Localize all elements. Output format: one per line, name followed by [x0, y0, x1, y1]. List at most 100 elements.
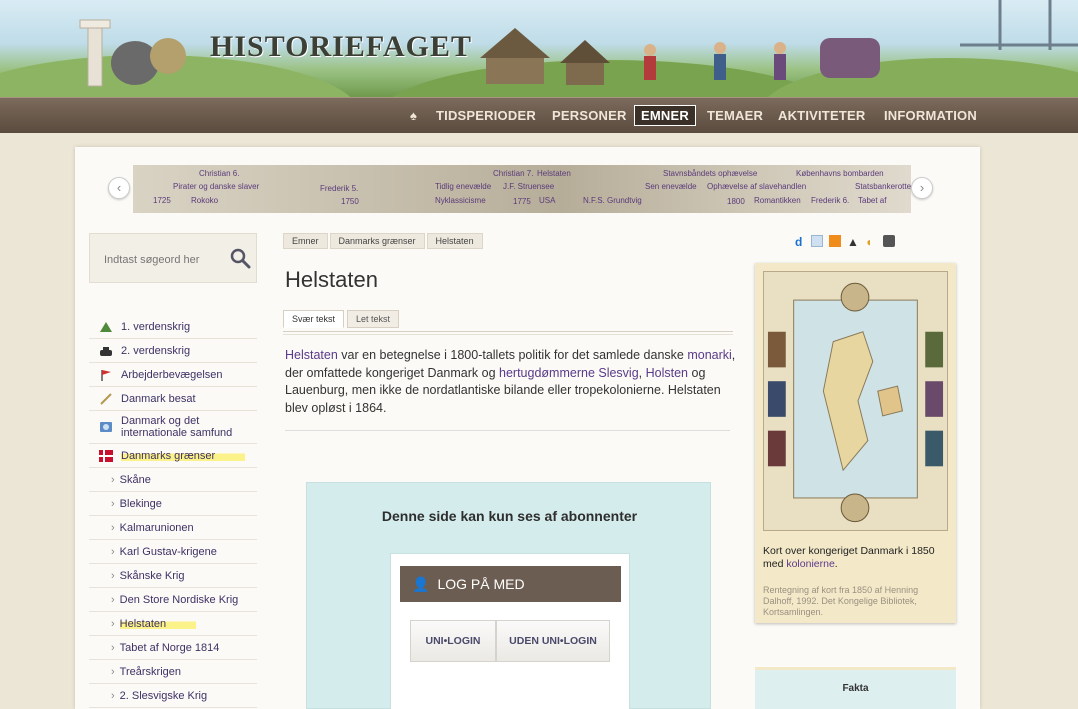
timeline-label[interactable]: Christian 7. [493, 169, 533, 178]
search-input[interactable] [104, 248, 216, 272]
fakta-heading: Fakta [842, 683, 869, 694]
timeline-label[interactable]: Pirater og danske slaver [173, 182, 259, 191]
timeline-label[interactable]: Tidlig enevælde [435, 182, 491, 191]
nav-information[interactable]: INFORMATION [884, 108, 977, 123]
nav-tidsperioder[interactable]: TIDSPERIODER [436, 108, 536, 123]
sidebar-item-store-nordiske-krig[interactable]: Den Store Nordiske Krig [89, 588, 257, 612]
mail-icon[interactable] [811, 235, 823, 247]
login-header: 👤 LOG PÅ MED [400, 566, 621, 602]
login-card: 👤 LOG PÅ MED UNI•LOGIN UDEN UNI•LOGIN [390, 553, 630, 709]
divider [285, 430, 730, 431]
timeline-label[interactable]: Rokoko [191, 196, 218, 205]
timeline-label[interactable]: Frederik 5. [320, 184, 358, 193]
home-icon[interactable]: ♠ [410, 108, 417, 123]
link-helstaten[interactable]: Helstaten [285, 348, 338, 362]
timeline-label[interactable]: J.F. Struensee [503, 182, 554, 191]
sidebar-item-internationale-samfund[interactable]: Danmark og det internationale samfund [89, 411, 257, 444]
sidebar-item-karl-gustav-krigene[interactable]: Karl Gustav-krigene [89, 540, 257, 564]
sidebar-item-kalmarunionen[interactable]: Kalmarunionen [89, 516, 257, 540]
tabs-divider [283, 331, 733, 335]
timeline-label[interactable]: Sen enevælde [645, 182, 697, 191]
main-navigation: ♠ TIDSPERIODER PERSONER EMNER TEMAER AKT… [0, 97, 1078, 133]
breadcrumb-item[interactable]: Emner [283, 233, 328, 249]
subscription-message: Denne side kan kun ses af abonnenter [381, 508, 638, 524]
header-banner: HISTORIEFAGET [0, 0, 1078, 97]
user-icon: 👤 [412, 576, 430, 592]
timeline-label[interactable]: Stavnsbåndets ophævelse [663, 169, 757, 178]
timeline-year: 1750 [341, 197, 359, 206]
uden-unilogin-button[interactable]: UDEN UNI•LOGIN [496, 620, 610, 662]
nav-temaer[interactable]: TEMAER [707, 108, 763, 123]
dannebrog-icon [99, 449, 113, 462]
rss-icon[interactable] [829, 235, 841, 247]
timeline-label[interactable]: Københavns bombarden [796, 169, 884, 178]
breadcrumb-item[interactable]: Danmarks grænser [329, 233, 425, 249]
tab-svaer-tekst[interactable]: Svær tekst [283, 310, 345, 328]
sidebar-item-arbejderbevaegelsen[interactable]: Arbejderbevægelsen [89, 363, 257, 387]
nav-emner[interactable]: EMNER [634, 105, 696, 126]
timeline-label[interactable]: Romantikken [754, 196, 801, 205]
timeline-label[interactable]: Statsbankerotten [855, 182, 911, 191]
link-holsten[interactable]: Holsten [646, 366, 688, 380]
search-icon[interactable] [228, 246, 252, 270]
share-toolbar: d ▲ ◖ [795, 235, 895, 249]
map-credit: Rentegning af kort fra 1850 af Henning D… [763, 585, 919, 617]
person-icon[interactable]: ▲ [847, 235, 859, 249]
topic-menu: 1. verdenskrig 2. verdenskrig Arbejderbe… [89, 315, 257, 708]
breadcrumb-item-current: Helstaten [426, 233, 483, 249]
sidebar-item-helstaten[interactable]: Helstaten [89, 612, 257, 636]
sword-icon [100, 392, 112, 405]
map-image[interactable] [763, 271, 948, 531]
ruins-illustration [79, 19, 186, 87]
timeline-label[interactable]: Ophævelse af slavehandlen [707, 182, 806, 191]
sidebar-item-skanske-krig[interactable]: Skånske Krig [89, 564, 257, 588]
timeline-label[interactable]: Nyklassicisme [435, 196, 486, 205]
fakta-box[interactable]: Fakta [755, 667, 956, 709]
article-text: Helstaten var en betegnelse i 1800-talle… [285, 348, 736, 415]
sidebar-item-trearskrigen[interactable]: Treårskrigen [89, 660, 257, 684]
nav-aktiviteter[interactable]: AKTIVITETER [778, 108, 865, 123]
search-panel [89, 233, 257, 283]
timeline-label[interactable]: USA [539, 196, 555, 205]
historic-scene-illustration [480, 28, 880, 85]
sidebar-item-tabet-af-norge[interactable]: Tabet af Norge 1814 [89, 636, 257, 660]
sidebar-item-skane[interactable]: Skåne [89, 468, 257, 492]
timeline-year: 1725 [153, 196, 171, 205]
page-title: Helstaten [285, 267, 378, 292]
timeline-label[interactable]: Tabet af [858, 196, 886, 205]
globe-icon [100, 422, 112, 432]
sidebar-item-danmarks-graenser[interactable]: Danmarks grænser [89, 444, 257, 468]
site-logo[interactable]: HISTORIEFAGET [210, 30, 472, 64]
tank-icon [100, 346, 112, 356]
timeline-year: 1775 [513, 197, 531, 206]
d-icon[interactable]: d [795, 235, 805, 249]
sidebar-item-danmark-besat[interactable]: Danmark besat [89, 387, 257, 411]
link-hertugdommerne-slesvig[interactable]: hertugdømmerne Slesvig [499, 366, 639, 380]
timeline-label[interactable]: N.F.S. Grundtvig [583, 196, 642, 205]
sidebar-item-2-verdenskrig[interactable]: 2. verdenskrig [89, 339, 257, 363]
print-icon[interactable] [883, 235, 895, 247]
triangle-icon [100, 321, 112, 332]
link-kolonierne[interactable]: kolonierne [786, 558, 834, 570]
breadcrumb: Emner Danmarks grænser Helstaten [283, 233, 485, 249]
subscription-box: Denne side kan kun ses af abonnenter 👤 LO… [306, 482, 711, 709]
timeline[interactable]: Christian 6. Pirater og danske slaver 17… [133, 165, 911, 213]
text-level-tabs: Svær tekst Let tekst [283, 310, 402, 328]
sidebar-item-blekinge[interactable]: Blekinge [89, 492, 257, 516]
timeline-next-button[interactable]: › [911, 177, 933, 199]
map-caption: Kort over kongeriget Danmark i 1850 med … [763, 545, 935, 570]
flag-icon [101, 369, 111, 381]
tab-let-tekst[interactable]: Let tekst [347, 310, 400, 328]
sidebar-item-1-verdenskrig[interactable]: 1. verdenskrig [89, 315, 257, 339]
sidebar-item-2-slesvigske-krig[interactable]: 2. Slesvigske Krig [89, 684, 257, 708]
timeline-year: 1800 [727, 197, 745, 206]
map-card: Kort over kongeriget Danmark i 1850 med … [755, 263, 956, 623]
unilogin-button[interactable]: UNI•LOGIN [410, 620, 496, 662]
timeline-label[interactable]: Christian 6. [199, 169, 239, 178]
timeline-label[interactable]: Frederik 6. [811, 196, 849, 205]
timeline-prev-button[interactable]: ‹ [108, 177, 130, 199]
timeline-label[interactable]: Helstaten [537, 169, 571, 178]
link-monarki[interactable]: monarki [687, 348, 731, 362]
speaker-icon[interactable]: ◖ [865, 235, 877, 249]
nav-personer[interactable]: PERSONER [552, 108, 627, 123]
